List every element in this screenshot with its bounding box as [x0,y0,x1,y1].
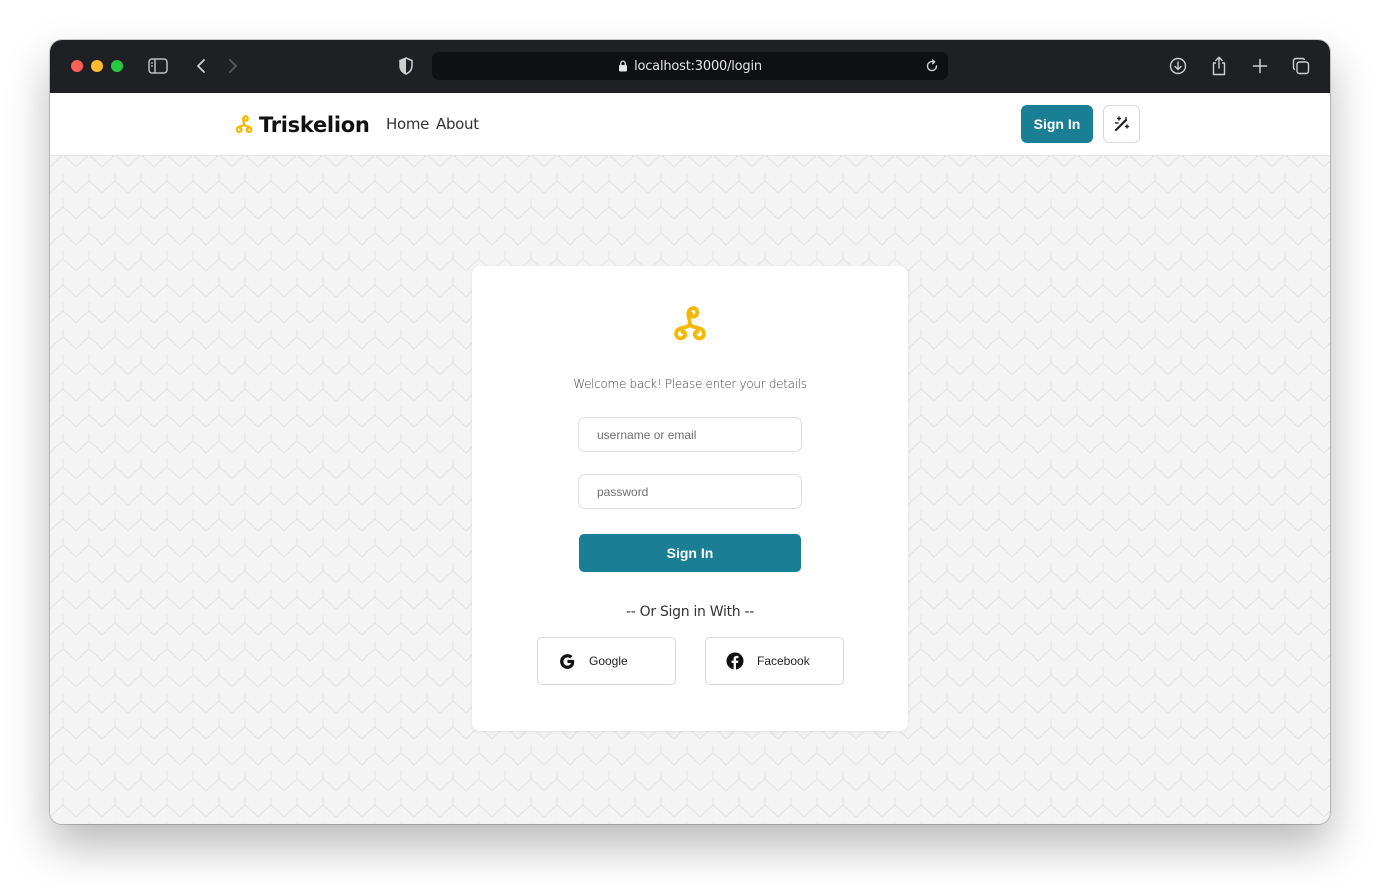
share-icon[interactable] [1207,54,1231,78]
brand-link[interactable]: Triskelion [232,110,370,140]
login-card: Welcome back! Please enter your details … [472,266,908,731]
new-tab-icon[interactable] [1248,54,1272,78]
site-navbar: Triskelion Home About Sign In [50,93,1330,156]
address-bar[interactable]: localhost:3000/login [432,52,948,80]
forward-icon[interactable] [221,54,245,78]
maximize-window-button[interactable] [111,60,123,72]
minimize-window-button[interactable] [91,60,103,72]
social-divider-text: -- Or Sign in With -- [625,604,755,620]
lock-icon [618,60,628,72]
username-input[interactable] [578,417,802,452]
google-icon [557,651,577,671]
tabs-icon[interactable] [1289,54,1313,78]
nav-home-link[interactable]: Home [386,115,429,133]
sign-in-button[interactable]: Sign In [579,534,801,572]
theme-toggle-button[interactable] [1103,105,1140,143]
shield-icon[interactable] [394,54,418,78]
facebook-sign-in-button[interactable]: Facebook [705,637,844,685]
browser-window: localhost:3000/login Triskelion Home Abo… [50,40,1330,824]
close-window-button[interactable] [71,60,83,72]
page-content: Triskelion Home About Sign In Welcome ba… [50,93,1330,824]
triskelion-logo-icon [235,115,253,134]
url-text: localhost:3000/login [634,58,762,74]
download-icon[interactable] [1166,54,1190,78]
browser-toolbar: localhost:3000/login [50,40,1330,93]
brand-name: Triskelion [259,113,370,137]
welcome-text: Welcome back! Please enter your details [573,377,807,391]
back-icon[interactable] [189,54,213,78]
google-sign-in-button[interactable]: Google [537,637,676,685]
password-input[interactable] [578,474,802,509]
google-label: Google [589,654,628,668]
magic-wand-icon [1114,116,1129,132]
sidebar-icon[interactable] [146,54,170,78]
facebook-icon [725,651,745,671]
triskelion-logo-icon [674,306,706,341]
reload-icon[interactable] [922,56,942,76]
facebook-label: Facebook [757,654,810,668]
nav-about-link[interactable]: About [436,115,479,133]
header-sign-in-button[interactable]: Sign In [1021,105,1093,143]
